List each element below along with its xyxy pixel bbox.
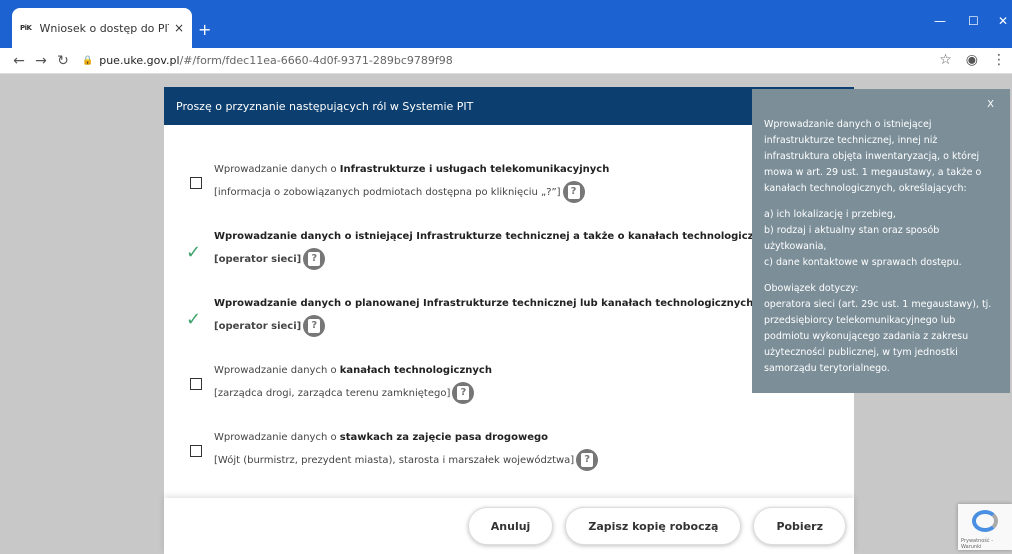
checkmark-icon[interactable]: ✓ — [186, 309, 201, 330]
checkmark-icon[interactable]: ✓ — [186, 242, 201, 263]
role-label-scope: [operator sieci] — [214, 321, 302, 332]
download-button[interactable]: Pobierz — [753, 507, 846, 545]
role-label-scope: [operator sieci] — [214, 254, 302, 265]
menu-dots-icon[interactable]: ⋮ — [992, 52, 1006, 68]
role-label: Wprowadzanie danych o stawkach za zajęci… — [214, 427, 599, 472]
new-tab-icon[interactable]: + — [198, 20, 211, 39]
browser-titlebar: PiK Wniosek o dostęp do PIT - Platfo × +… — [0, 0, 1012, 48]
role-label: Wprowadzanie danych o planowanej Infrast… — [214, 293, 753, 338]
close-window-icon[interactable]: ✕ — [998, 14, 1008, 28]
reload-icon[interactable]: ↻ — [52, 53, 74, 69]
role-checkbox[interactable] — [190, 177, 202, 189]
dialog-footer: Anuluj Zapisz kopię roboczą Pobierz — [164, 498, 854, 554]
maximize-icon[interactable]: ☐ — [968, 14, 979, 28]
help-tooltip: X Wprowadzanie danych o istniejącej infr… — [752, 89, 1010, 393]
tooltip-close-button[interactable]: X — [987, 97, 994, 113]
help-question-icon[interactable] — [562, 181, 585, 203]
role-label-bold: kanałach technologicznych — [339, 365, 492, 376]
browser-tab[interactable]: PiK Wniosek o dostęp do PIT - Platfo × — [12, 8, 192, 48]
cancel-button[interactable]: Anuluj — [467, 507, 554, 545]
address-bar[interactable]: 🔒 pue.uke.gov.pl /#/form/fdec11ea-6660-4… — [82, 50, 453, 72]
role-checkbox[interactable] — [190, 378, 202, 390]
url-path: /#/form/fdec11ea-6660-4d0f-9371-289bc978… — [179, 54, 453, 67]
bookmark-star-icon[interactable]: ☆ — [939, 52, 952, 68]
help-question-icon[interactable] — [303, 248, 326, 270]
save-draft-button[interactable]: Zapisz kopię roboczą — [565, 507, 742, 545]
profile-icon[interactable]: ◉ — [966, 52, 978, 68]
role-label-prefix: Wprowadzanie danych o — [214, 365, 340, 376]
help-question-icon[interactable] — [452, 382, 475, 404]
role-checkbox[interactable] — [190, 445, 202, 457]
recaptcha-icon — [972, 510, 998, 532]
role-label-bold: Infrastrukturze i usługach telekomunikac… — [339, 164, 610, 175]
tab-close-icon[interactable]: × — [174, 21, 184, 35]
role-label: Wprowadzanie danych o istniejącej Infras… — [214, 226, 780, 271]
role-request-dialog: Proszę o przyznanie następujących ról w … — [164, 87, 854, 554]
help-question-icon[interactable] — [576, 449, 599, 471]
role-label-bold: Wprowadzanie danych o istniejącej Infras… — [214, 231, 781, 242]
browser-toolbar: ← → ↻ 🔒 pue.uke.gov.pl /#/form/fdec11ea-… — [0, 48, 1012, 74]
help-question-icon[interactable] — [303, 315, 326, 337]
url-host: pue.uke.gov.pl — [99, 54, 180, 67]
recaptcha-badge[interactable]: Prywatność - Warunki — [958, 504, 1012, 550]
dialog-header: Proszę o przyznanie następujących ról w … — [164, 87, 854, 125]
tooltip-paragraph: Obowiązek dotyczy: operatora sieci (art.… — [764, 283, 992, 374]
lock-icon: 🔒 — [82, 55, 94, 66]
tab-title: Wniosek o dostęp do PIT - Platfo — [39, 21, 169, 35]
role-label-prefix: Wprowadzanie danych o — [214, 432, 340, 443]
tooltip-paragraph: Wprowadzanie danych o istniejącej infras… — [764, 119, 982, 194]
tooltip-paragraph: a) ich lokalizację i przebieg, b) rodzaj… — [764, 209, 962, 268]
back-icon[interactable]: ← — [8, 53, 30, 69]
role-label-prefix: Wprowadzanie danych o — [214, 164, 340, 175]
pit-favicon-icon: PiK — [20, 24, 32, 32]
role-label-bold: Wprowadzanie danych o planowanej Infrast… — [214, 298, 754, 309]
recaptcha-text: Prywatność - Warunki — [961, 538, 994, 550]
role-label: Wprowadzanie danych o Infrastrukturze i … — [214, 159, 609, 204]
role-label-scope: [informacja o zobowiązanych podmiotach d… — [214, 187, 561, 198]
role-label-scope: [Wójt (burmistrz, prezydent miasta), sta… — [214, 455, 575, 466]
minimize-icon[interactable]: — — [934, 14, 946, 28]
role-label: Wprowadzanie danych o kanałach technolog… — [214, 360, 492, 405]
role-label-bold: stawkach za zajęcie pasa drogowego — [339, 432, 548, 443]
role-label-scope: [zarządca drogi, zarządca terenu zamknię… — [214, 388, 451, 399]
forward-icon[interactable]: → — [30, 53, 52, 69]
